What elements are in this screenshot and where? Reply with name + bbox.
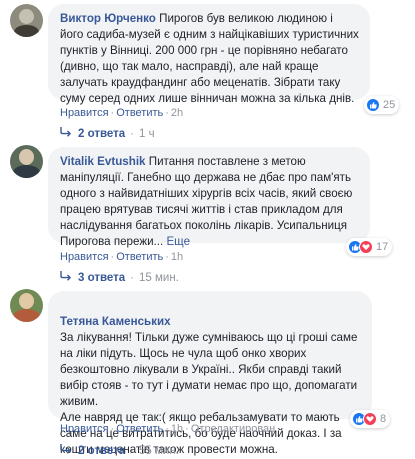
replies-count[interactable]: 3 ответа bbox=[78, 272, 125, 284]
comment-bubble: Vitalik Evtushik Питання поставлене з ме… bbox=[48, 147, 370, 248]
separator: · bbox=[165, 423, 169, 435]
replies-time: 15 мин. bbox=[139, 271, 179, 284]
reactions-summary[interactable]: 8 bbox=[350, 410, 391, 428]
comment-bubble: Виктор Юрченко Пирогов був великою людин… bbox=[48, 4, 370, 105]
replies-time: 55 мин. bbox=[139, 444, 179, 457]
comment-author[interactable]: Vitalik Evtushik bbox=[60, 155, 146, 168]
reactions-summary[interactable]: 25 bbox=[364, 96, 400, 114]
comment-bubble: Тетяна Каменських За лікування! Тільки д… bbox=[48, 291, 372, 456]
comment-text: За лікування! Тільки дуже сумніваюсь що … bbox=[60, 331, 358, 456]
comment-actions: Нравится · Ответить · 1h bbox=[60, 251, 183, 263]
reactions-summary[interactable]: 17 bbox=[346, 238, 393, 256]
reply-arrow-icon bbox=[60, 271, 72, 284]
avatar[interactable] bbox=[10, 145, 43, 178]
separator: · bbox=[130, 271, 134, 284]
separator: · bbox=[130, 127, 134, 140]
comment-text: Пирогов був великою людиною і його садиб… bbox=[60, 12, 359, 105]
reply-arrow-icon bbox=[60, 444, 72, 457]
reply-arrow-icon bbox=[60, 127, 72, 140]
separator: · bbox=[165, 251, 169, 263]
comment-actions: Нравится · Ответить · 2h bbox=[60, 107, 183, 119]
reaction-count: 17 bbox=[376, 241, 389, 253]
like-reaction-icon bbox=[366, 98, 380, 112]
view-replies[interactable]: 2 ответа · 55 мин. bbox=[60, 444, 179, 457]
comment-actions: Нравится · Ответить · 1h · Отредактирован bbox=[60, 423, 275, 435]
comment-text: Питання поставлене з метою маніпуляції. … bbox=[60, 155, 353, 248]
comment-time[interactable]: 2h bbox=[171, 107, 183, 119]
comment-author[interactable]: Тетяна Каменських bbox=[60, 315, 171, 328]
separator: · bbox=[165, 107, 169, 119]
separator: · bbox=[130, 444, 134, 457]
love-reaction-icon bbox=[359, 240, 373, 254]
comment-author[interactable]: Виктор Юрченко bbox=[60, 12, 156, 25]
like-link[interactable]: Нравится bbox=[60, 423, 109, 435]
separator: · bbox=[185, 423, 189, 435]
like-link[interactable]: Нравится bbox=[60, 107, 109, 119]
see-more-link[interactable]: Еще bbox=[166, 235, 190, 248]
view-replies[interactable]: 2 ответа · 1 ч bbox=[60, 127, 155, 140]
replies-count[interactable]: 2 ответа bbox=[78, 445, 125, 457]
replies-count[interactable]: 2 ответа bbox=[78, 128, 125, 140]
reply-link[interactable]: Ответить bbox=[116, 423, 163, 435]
like-link[interactable]: Нравится bbox=[60, 251, 109, 263]
reaction-count: 25 bbox=[383, 99, 396, 111]
reply-link[interactable]: Ответить bbox=[116, 107, 163, 119]
love-reaction-icon bbox=[363, 412, 377, 426]
replies-time: 1 ч bbox=[139, 127, 155, 140]
reaction-count: 8 bbox=[380, 413, 387, 425]
reply-link[interactable]: Ответить bbox=[116, 251, 163, 263]
comment-time[interactable]: 1h bbox=[171, 423, 183, 435]
avatar[interactable] bbox=[10, 4, 43, 37]
view-replies[interactable]: 3 ответа · 15 мин. bbox=[60, 271, 179, 284]
edited-label[interactable]: Отредактирован bbox=[191, 423, 275, 435]
avatar[interactable] bbox=[10, 289, 43, 322]
comment-time[interactable]: 1h bbox=[171, 251, 183, 263]
